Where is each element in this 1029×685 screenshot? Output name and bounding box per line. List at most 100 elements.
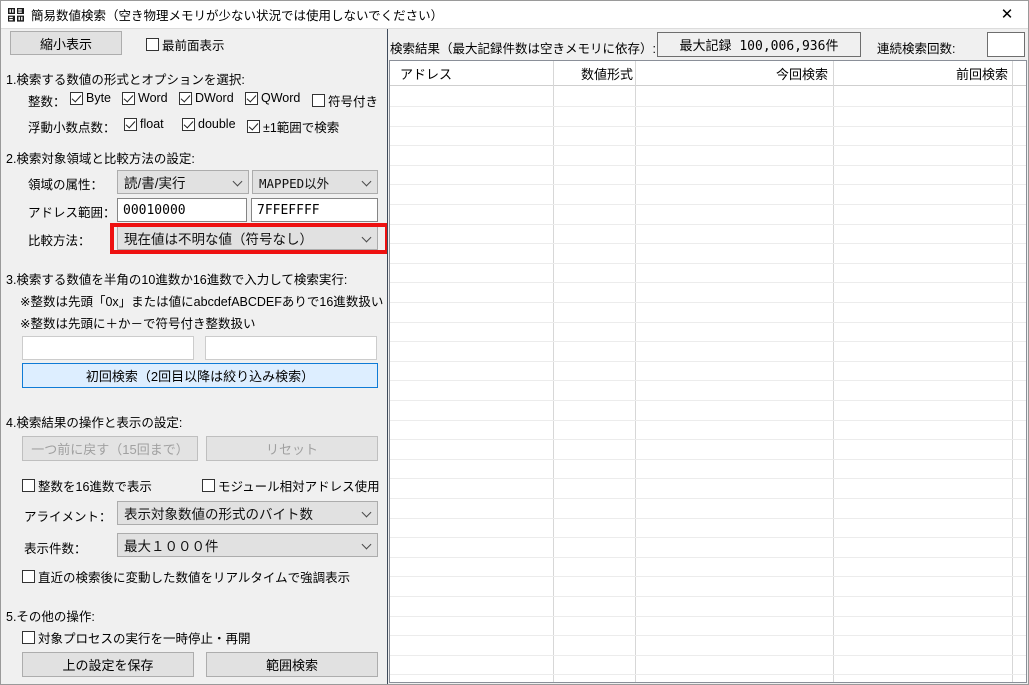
- checkbox-signed-box[interactable]: [312, 94, 325, 107]
- hex-display-checkbox[interactable]: 整数を16進数で表示: [22, 476, 152, 495]
- region-attribute-select-value: 読/書/実行: [124, 176, 186, 191]
- checkbox-float-box[interactable]: [124, 117, 137, 131]
- table-row[interactable]: [390, 204, 1026, 205]
- display-count-select[interactable]: 最大１０００件: [117, 533, 378, 557]
- window-title: 簡易数値検索（空き物理メモリが少ない状況では使用しないでください）: [31, 9, 444, 23]
- table-row[interactable]: [390, 341, 1026, 342]
- table-row[interactable]: [390, 674, 1026, 675]
- column-divider-2[interactable]: [635, 61, 636, 682]
- table-row[interactable]: [390, 263, 1026, 264]
- region-type-select-value: MAPPED以外: [259, 175, 330, 191]
- checkbox-byte-box[interactable]: [70, 91, 83, 105]
- column-divider-3[interactable]: [833, 61, 834, 682]
- checkbox-qword[interactable]: QWord: [245, 91, 300, 105]
- table-row[interactable]: [390, 361, 1026, 362]
- table-row[interactable]: [390, 380, 1026, 381]
- pause-process-checkbox-label: 対象プロセスの実行を一時停止・再開: [38, 632, 251, 646]
- save-settings-button[interactable]: 上の設定を保存: [22, 652, 194, 677]
- column-header-current-search[interactable]: 今回検索: [640, 61, 828, 86]
- table-row[interactable]: [390, 557, 1026, 558]
- realtime-highlight-checkbox[interactable]: 直近の検索後に変動した数値をリアルタイムで強調表示: [22, 567, 350, 586]
- table-row[interactable]: [390, 596, 1026, 597]
- realtime-highlight-checkbox-box[interactable]: [22, 570, 35, 583]
- search-value-input-1[interactable]: [22, 336, 194, 360]
- settings-panel: 縮小表示 最前面表示 1.検索する数値の形式とオプションを選択: 整数： Byt…: [2, 29, 389, 684]
- search-value-input-2[interactable]: [205, 336, 377, 360]
- hex-display-checkbox-box[interactable]: [22, 479, 35, 492]
- table-row[interactable]: [390, 282, 1026, 283]
- checkbox-dword-box[interactable]: [179, 91, 192, 105]
- checkbox-double-box[interactable]: [182, 117, 195, 131]
- first-search-button[interactable]: 初回検索（2回目以降は絞り込み検索）: [22, 363, 378, 388]
- table-row[interactable]: [390, 420, 1026, 421]
- table-row[interactable]: [390, 184, 1026, 185]
- checkbox-word-box[interactable]: [122, 91, 135, 105]
- range-search-button[interactable]: 範囲検索: [206, 652, 378, 677]
- shrink-view-button[interactable]: 縮小表示: [10, 31, 122, 55]
- region-attribute-select[interactable]: 読/書/実行: [117, 170, 249, 194]
- app-grid-icon: [8, 6, 24, 23]
- chevron-down-icon: [232, 176, 243, 187]
- table-row[interactable]: [390, 106, 1026, 107]
- table-row[interactable]: [390, 459, 1026, 460]
- table-row[interactable]: [390, 518, 1026, 519]
- table-row[interactable]: [390, 165, 1026, 166]
- table-row[interactable]: [390, 498, 1026, 499]
- checkbox-byte[interactable]: Byte: [70, 91, 111, 105]
- section3-note2: ※整数は先頭に＋か－で符号付き整数扱い: [20, 317, 256, 331]
- table-row[interactable]: [390, 576, 1026, 577]
- checkbox-dword[interactable]: DWord: [179, 91, 234, 105]
- table-row[interactable]: [390, 302, 1026, 303]
- checkbox-word[interactable]: Word: [122, 91, 168, 105]
- column-header-previous-search[interactable]: 前回検索: [834, 61, 1008, 86]
- table-row[interactable]: [390, 400, 1026, 401]
- table-row[interactable]: [390, 243, 1026, 244]
- table-row[interactable]: [390, 635, 1026, 636]
- alignment-select[interactable]: 表示対象数値の形式のバイト数: [117, 501, 378, 525]
- compare-method-select[interactable]: 現在値は不明な値（符号なし）: [117, 226, 378, 250]
- module-relative-checkbox-label: モジュール相対アドレス使用: [218, 480, 380, 494]
- table-row[interactable]: [390, 537, 1026, 538]
- column-divider-1[interactable]: [553, 61, 554, 682]
- checkbox-signed-label: 符号付き: [328, 95, 379, 109]
- checkbox-qword-box[interactable]: [245, 91, 258, 105]
- results-table[interactable]: アドレス 数値形式 今回検索 前回検索: [389, 60, 1027, 683]
- topmost-checkbox-box[interactable]: [146, 38, 159, 51]
- section2-title: 2.検索対象領域と比較方法の設定:: [6, 152, 195, 166]
- checkbox-plusminus-range[interactable]: ±1範囲で検索: [247, 117, 339, 136]
- module-relative-checkbox-box[interactable]: [202, 479, 215, 492]
- address-end-input[interactable]: 7FFEFFFF: [251, 198, 378, 222]
- checkbox-double[interactable]: double: [182, 117, 236, 131]
- display-count-label: 表示件数：: [24, 542, 87, 556]
- table-row[interactable]: [390, 224, 1026, 225]
- realtime-highlight-checkbox-label: 直近の検索後に変動した数値をリアルタイムで強調表示: [38, 571, 351, 585]
- module-relative-checkbox[interactable]: モジュール相対アドレス使用: [202, 476, 380, 495]
- checkbox-word-label: Word: [138, 91, 168, 105]
- reset-button[interactable]: リセット: [206, 436, 378, 461]
- address-start-input[interactable]: 00010000: [117, 198, 247, 222]
- table-row[interactable]: [390, 126, 1026, 127]
- pause-process-checkbox[interactable]: 対象プロセスの実行を一時停止・再開: [22, 628, 251, 647]
- checkbox-double-label: double: [198, 117, 236, 131]
- table-row[interactable]: [390, 478, 1026, 479]
- table-row[interactable]: [390, 145, 1026, 146]
- checkbox-dword-label: DWord: [195, 91, 234, 105]
- table-row[interactable]: [390, 322, 1026, 323]
- table-row[interactable]: [390, 616, 1026, 617]
- table-row[interactable]: [390, 655, 1026, 656]
- table-row[interactable]: [390, 439, 1026, 440]
- consecutive-count-input[interactable]: [987, 32, 1025, 57]
- checkbox-float[interactable]: float: [124, 117, 164, 131]
- integer-label: 整数：: [28, 95, 66, 109]
- checkbox-signed[interactable]: 符号付き: [312, 91, 378, 110]
- section3-note1: ※整数は先頭「0x」または値にabcdefABCDEFありで16進数扱い: [20, 295, 384, 309]
- column-header-address[interactable]: アドレス: [400, 61, 540, 86]
- topmost-checkbox[interactable]: 最前面表示: [146, 35, 225, 54]
- undo-button[interactable]: 一つ前に戻す（15回まで）: [22, 436, 198, 461]
- pause-process-checkbox-box[interactable]: [22, 631, 35, 644]
- region-type-select[interactable]: MAPPED以外: [252, 170, 378, 194]
- column-divider-4[interactable]: [1012, 61, 1013, 682]
- checkbox-plusminus-range-box[interactable]: [247, 120, 260, 133]
- column-header-value-format[interactable]: 数値形式: [550, 61, 633, 86]
- close-icon[interactable]: ✕: [984, 1, 1028, 28]
